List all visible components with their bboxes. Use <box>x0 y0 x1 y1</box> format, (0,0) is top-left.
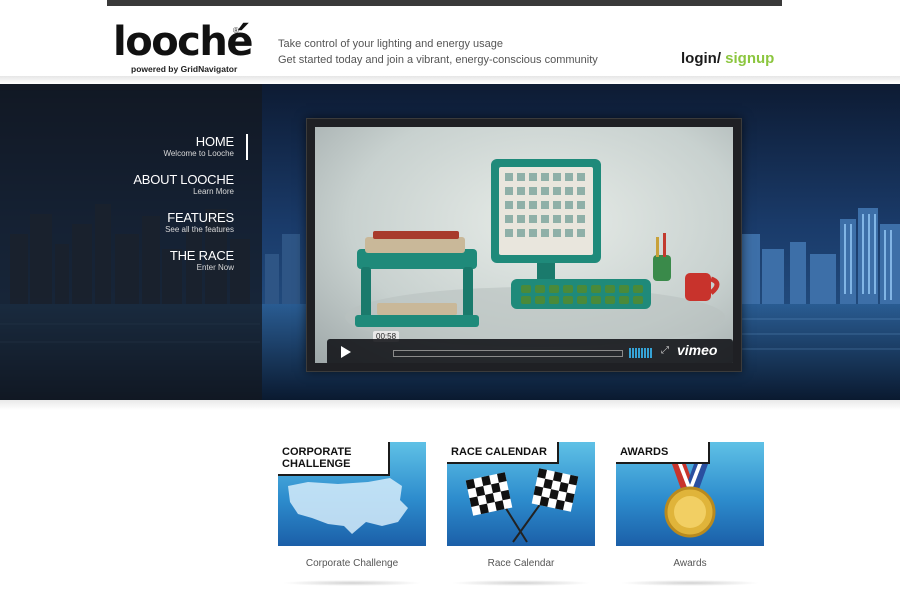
logo-subtitle: powered by GridNavigator <box>131 64 238 74</box>
fullscreen-icon[interactable]: ⤢ <box>661 345 669 356</box>
nav-item-home[interactable]: HOME Welcome to Looche <box>133 134 248 160</box>
hero-nav-panel: HOME Welcome to Looche ABOUT LOOCHE Lear… <box>0 84 262 400</box>
nav-item-about[interactable]: ABOUT LOOCHE Learn More <box>133 172 234 197</box>
nav-race-title: THE RACE <box>169 248 234 263</box>
nav-features-title: FEATURES <box>167 210 234 225</box>
login-link[interactable]: login/ <box>681 50 721 67</box>
video-player[interactable]: 00:58 ⤢ vimeo <box>306 118 742 372</box>
tile-corporate-challenge-label: CORPORATE CHALLENGE <box>278 442 390 476</box>
play-button[interactable] <box>327 339 363 363</box>
pencil-cup-illustration <box>653 233 671 281</box>
top-bar <box>107 0 782 6</box>
tagline-line-1: Take control of your lighting and energy… <box>278 38 504 50</box>
tile-corporate-challenge-caption[interactable]: Corporate Challenge <box>278 558 426 569</box>
header-tagline: Take control of your lighting and energy… <box>278 36 598 68</box>
hero-banner: HOME Welcome to Looche ABOUT LOOCHE Lear… <box>0 84 900 400</box>
tile-corporate-challenge[interactable]: CORPORATE CHALLENGE Corporate Challenge <box>278 442 426 586</box>
volume-icon <box>629 348 652 358</box>
red-mug-illustration <box>685 273 720 301</box>
tagline-line-2: Get started today and join a vibrant, en… <box>278 54 598 66</box>
header-divider <box>0 76 900 84</box>
hero-divider <box>0 400 900 410</box>
tile-race-calendar-label: RACE CALENDAR <box>447 442 559 464</box>
tile-race-calendar-caption[interactable]: Race Calendar <box>447 558 595 569</box>
logo-wordmark: looché <box>113 19 254 65</box>
play-icon <box>341 346 351 358</box>
monitor-illustration <box>491 159 601 281</box>
tile-corporate-challenge-image[interactable]: CORPORATE CHALLENGE <box>278 442 426 546</box>
tile-shadow <box>282 580 422 586</box>
tile-awards-caption[interactable]: Awards <box>616 558 764 569</box>
site-logo[interactable]: looché ® powered by GridNavigator <box>113 20 254 76</box>
nav-race-subtitle: Enter Now <box>196 263 234 272</box>
nav-item-features[interactable]: FEATURES See all the features <box>133 210 234 235</box>
video-still[interactable]: 00:58 ⤢ vimeo <box>315 127 733 363</box>
keyboard-illustration <box>511 279 651 309</box>
tile-awards-image[interactable]: AWARDS <box>616 442 764 546</box>
auth-links: login/ signup <box>681 50 774 67</box>
tile-race-calendar[interactable]: RACE CALENDAR Race Calendar <box>447 442 595 586</box>
tile-awards-label: AWARDS <box>616 442 711 464</box>
tile-shadow <box>620 580 760 586</box>
volume-control[interactable] <box>629 346 655 358</box>
video-scene-illustration <box>345 159 725 347</box>
tile-awards[interactable]: AWARDS Awards <box>616 442 764 586</box>
tile-race-calendar-image[interactable]: RACE CALENDAR <box>447 442 595 546</box>
nav-home-title: HOME <box>195 134 234 149</box>
nav-about-title: ABOUT LOOCHE <box>133 172 234 187</box>
video-progress-track[interactable] <box>393 350 623 357</box>
vimeo-logo[interactable]: vimeo <box>677 342 717 358</box>
video-controls: ⤢ vimeo <box>327 339 733 363</box>
nav-about-subtitle: Learn More <box>193 187 234 196</box>
nav-features-subtitle: See all the features <box>165 225 234 234</box>
nav-active-indicator <box>246 134 248 160</box>
main-nav: HOME Welcome to Looche ABOUT LOOCHE Lear… <box>133 134 248 286</box>
nav-item-race[interactable]: THE RACE Enter Now <box>133 248 234 273</box>
tile-shadow <box>451 580 591 586</box>
logo-registered-mark: ® <box>233 26 239 35</box>
nav-home-subtitle: Welcome to Looche <box>163 149 234 158</box>
signup-link[interactable]: signup <box>721 50 774 67</box>
left-flag <box>465 472 513 516</box>
